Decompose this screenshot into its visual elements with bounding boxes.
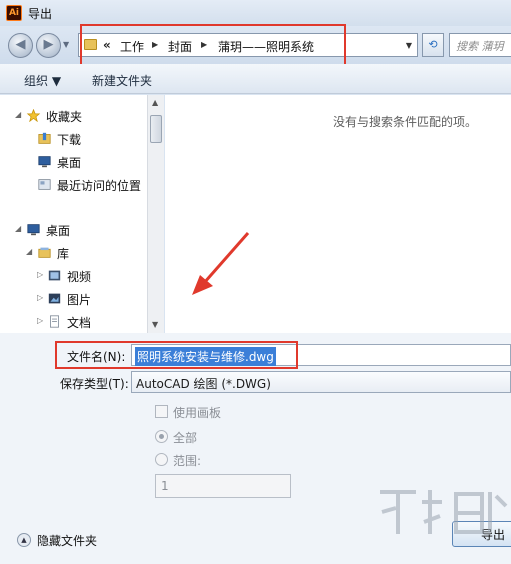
watermark-logo (380, 490, 508, 534)
forward-arrow-icon[interactable]: ▶ (36, 33, 61, 58)
organize-menu-button[interactable]: 组织 ▼ (24, 72, 61, 89)
navigation-pane: ◢ 收藏夹 下载 桌面 最近访问的位置 ◢ 桌面 ◢ 库 ▷ 视频 ▷ 图片 ▷… (0, 95, 147, 333)
tree-item-videos[interactable]: ▷ 视频 (0, 267, 147, 287)
all-pages-label: 全部 (173, 431, 198, 445)
file-type-label: 保存类型(T): (60, 377, 129, 391)
recent-places-icon (38, 179, 51, 190)
back-arrow-icon[interactable]: ◀ (8, 33, 33, 58)
tree-item-desktop-favorite[interactable]: 桌面 (0, 153, 147, 173)
recent-pages-chevron-icon[interactable]: ▼ (63, 40, 69, 49)
export-dialog: Ai 导出 ◀ ▶ ▼ « 工作 ▶ 封面 ▶ 蒲玥——照明系统 ▼ ⟲ 搜索 … (0, 0, 511, 564)
expand-arrow-icon[interactable]: ◢ (15, 224, 21, 233)
title-bar: Ai 导出 (0, 0, 511, 26)
scroll-thumb[interactable] (150, 115, 162, 143)
tree-item-documents[interactable]: ▷ 文档 (0, 313, 147, 333)
use-artboards-label: 使用画板 (173, 406, 222, 420)
window-title: 导出 (28, 7, 53, 21)
desktop-icon (27, 224, 40, 236)
library-icon (38, 247, 51, 258)
hide-folders-toggle[interactable]: 隐藏文件夹 (37, 532, 97, 549)
collapse-arrow-icon[interactable]: ▷ (37, 316, 43, 325)
expand-arrow-icon[interactable]: ◢ (15, 110, 21, 119)
search-input[interactable]: 搜索 蒲玥 (449, 33, 511, 57)
navigation-scrollbar[interactable]: ▲ ▼ (147, 95, 164, 333)
desktop-icon (38, 156, 51, 168)
expand-arrow-icon[interactable]: ◢ (26, 247, 32, 256)
scroll-up-icon[interactable]: ▲ (152, 98, 158, 107)
file-type-select[interactable]: AutoCAD 绘图 (*.DWG) (131, 371, 511, 393)
hide-folders-chevron-icon[interactable]: ▲ (17, 533, 31, 547)
scroll-down-icon[interactable]: ▼ (152, 320, 158, 329)
new-folder-button[interactable]: 新建文件夹 (92, 72, 152, 89)
document-icon (50, 315, 59, 328)
use-artboards-checkbox[interactable] (155, 405, 168, 418)
tree-item-desktop[interactable]: ◢ 桌面 (0, 221, 147, 241)
tree-item-favorites[interactable]: ◢ 收藏夹 (0, 107, 147, 127)
video-icon (48, 270, 61, 281)
range-radio[interactable] (155, 453, 168, 466)
annotation-arrow-icon (192, 232, 250, 295)
range-input[interactable]: 1 (155, 474, 291, 498)
star-icon (26, 109, 41, 122)
picture-icon (48, 293, 61, 304)
address-dropdown-icon[interactable]: ▼ (406, 41, 412, 50)
tree-item-recent-places[interactable]: 最近访问的位置 (0, 176, 147, 196)
tree-item-libraries[interactable]: ◢ 库 (0, 244, 147, 264)
tree-item-downloads[interactable]: 下载 (0, 130, 147, 150)
illustrator-app-icon: Ai (6, 5, 22, 21)
all-pages-radio[interactable] (155, 430, 168, 443)
empty-results-message: 没有与搜索条件匹配的项。 (332, 115, 477, 129)
command-toolbar: 组织 ▼ 新建文件夹 (0, 64, 511, 94)
range-label: 范围: (173, 454, 202, 468)
filename-highlight-box (55, 341, 298, 369)
tree-item-pictures[interactable]: ▷ 图片 (0, 290, 147, 310)
download-folder-icon (38, 132, 51, 144)
collapse-arrow-icon[interactable]: ▷ (37, 270, 43, 279)
refresh-icon[interactable]: ⟲ (422, 33, 444, 57)
collapse-arrow-icon[interactable]: ▷ (37, 293, 43, 302)
